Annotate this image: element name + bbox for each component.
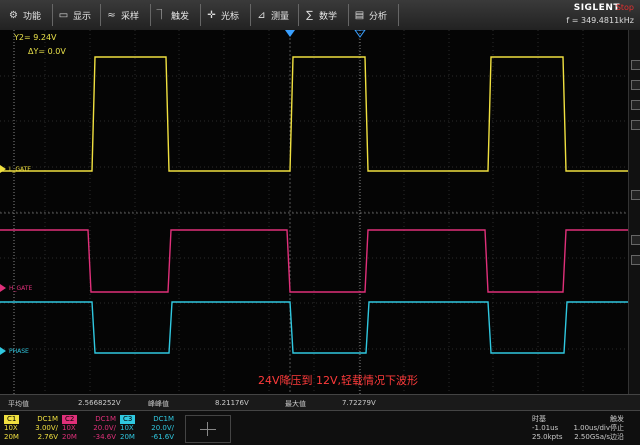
trigger-position-marker bbox=[285, 30, 295, 37]
ch1-label: L_GATE bbox=[9, 166, 32, 173]
menu-acquire[interactable]: ≈ 采样 bbox=[106, 0, 139, 30]
ch3-waveform bbox=[0, 301, 628, 354]
measure-value: 7.72279V bbox=[342, 399, 376, 407]
menu-label: 采样 bbox=[121, 11, 140, 22]
measurement-bar: 平均值 2.5668252V 峰峰值 8.21176V 最大值 7.72279V bbox=[0, 394, 640, 411]
menu-label: 测量 bbox=[271, 11, 290, 22]
waveform-canvas bbox=[0, 30, 628, 394]
ch3-level-marker bbox=[0, 347, 6, 355]
measure-icon: ⊿ bbox=[257, 9, 266, 21]
menu-cursor[interactable]: ✛ 光标 bbox=[206, 0, 239, 30]
measure-label: 最大值 bbox=[285, 400, 306, 408]
annotation-caption: 24V降压到 12V,轻载情况下波形 bbox=[258, 374, 419, 387]
cursor-delta-readout: ΔY= 0.0V bbox=[28, 47, 66, 56]
menu-label: 分析 bbox=[369, 11, 388, 22]
timebase-panel[interactable]: 时基 -1.01us 1.00us/div 25.0kpts 2.50GSa/s bbox=[532, 415, 610, 443]
side-button[interactable] bbox=[631, 255, 640, 265]
analysis-icon: ▤ bbox=[354, 9, 365, 21]
math-icon: ∑ bbox=[306, 9, 313, 21]
menu-bar: ⚙ 功能 ▭ 显示 ≈ 采样 ⏋ 触发 ✛ 光标 ⊿ 测量 ∑ 数学 ▤ 分析 SIGLENT … bbox=[0, 0, 640, 31]
menu-measure[interactable]: ⊿ 测量 bbox=[256, 0, 289, 30]
position-indicator[interactable] bbox=[185, 415, 231, 443]
menu-function[interactable]: ⚙ 功能 bbox=[8, 0, 41, 30]
gear-icon: ⚙ bbox=[9, 9, 18, 21]
menu-display[interactable]: ▭ 显示 bbox=[58, 0, 91, 30]
ch2-settings[interactable]: C2 DC1M 10X 20.0V/ 20M -34.6V bbox=[62, 415, 118, 443]
ch3-label: PHASE bbox=[9, 348, 29, 355]
display-icon: ▭ bbox=[58, 9, 69, 21]
menu-label: 功能 bbox=[23, 11, 42, 22]
frequency-readout: f = 349.4811kHz bbox=[566, 16, 634, 25]
measure-label: 峰峰值 bbox=[148, 400, 169, 408]
trigger-panel[interactable]: 触发 停止 边沿 bbox=[610, 415, 640, 442]
measure-label: 平均值 bbox=[8, 400, 29, 408]
ch2-level-marker bbox=[0, 284, 6, 292]
ch2-label: H_GATE bbox=[9, 285, 33, 292]
trigger-icon: ⏋ bbox=[156, 9, 167, 21]
brand-logo: SIGLENT bbox=[573, 3, 620, 13]
side-button[interactable] bbox=[631, 80, 640, 90]
run-status[interactable]: Stop bbox=[616, 3, 634, 12]
ch1-settings[interactable]: C1 DC1M 10X 3.00V/ 20M 2.76V bbox=[4, 415, 60, 443]
side-button[interactable] bbox=[631, 60, 640, 70]
menu-label: 显示 bbox=[73, 11, 92, 22]
cursor-y2-readout: Y2= 9.24V bbox=[14, 33, 57, 42]
right-side-panel bbox=[628, 30, 640, 394]
ch3-settings[interactable]: C3 DC1M 10X 20.0V/ 20M -61.6V bbox=[120, 415, 176, 443]
menu-label: 触发 bbox=[171, 11, 190, 22]
ch1-level-marker bbox=[0, 165, 6, 173]
menu-analysis[interactable]: ▤ 分析 bbox=[354, 0, 387, 30]
menu-label: 光标 bbox=[221, 11, 240, 22]
measure-value: 2.5668252V bbox=[78, 399, 121, 407]
cursor-icon: ✛ bbox=[207, 9, 216, 21]
side-button[interactable] bbox=[631, 120, 640, 130]
menu-label: 数学 bbox=[319, 11, 338, 22]
side-button[interactable] bbox=[631, 235, 640, 245]
sample-icon: ≈ bbox=[107, 9, 116, 21]
menu-trigger[interactable]: ⏋ 触发 bbox=[156, 0, 190, 30]
channel-status-bar: C1 DC1M 10X 3.00V/ 20M 2.76V C2 DC1M 10X 20.0… bbox=[0, 410, 640, 445]
side-button[interactable] bbox=[631, 100, 640, 110]
measure-value: 8.21176V bbox=[215, 399, 249, 407]
menu-math[interactable]: ∑ 数学 bbox=[304, 0, 337, 30]
side-button[interactable] bbox=[631, 190, 640, 200]
